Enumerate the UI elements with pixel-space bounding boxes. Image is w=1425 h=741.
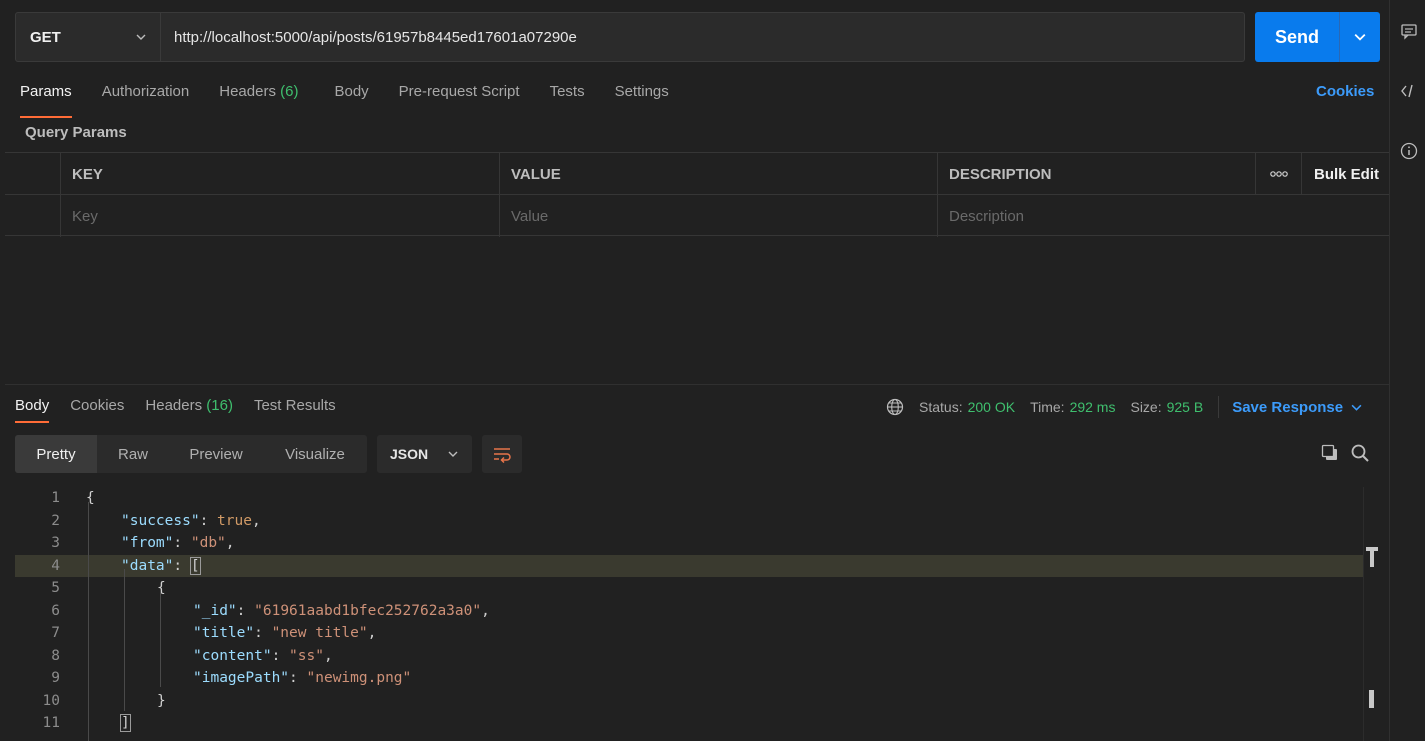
response-status-bar: Status: 200 OK Time: 292 ms Size: 925 B … — [886, 396, 1362, 418]
bulk-edit-button[interactable]: Bulk Edit — [1301, 153, 1389, 195]
tab-tests[interactable]: Tests — [550, 78, 585, 110]
method-label: GET — [30, 28, 61, 46]
search-icon[interactable] — [1350, 443, 1370, 463]
tab-test-results[interactable]: Test Results — [254, 393, 336, 414]
chevron-down-icon — [136, 34, 146, 40]
scroll-position-marker — [1366, 547, 1378, 567]
wrap-lines-button[interactable] — [482, 435, 522, 473]
copy-icon[interactable] — [1320, 443, 1340, 463]
code-line: 3 "from": "db", — [51, 535, 235, 552]
key-header: KEY — [60, 153, 499, 195]
comment-icon[interactable] — [1400, 22, 1418, 40]
request-tabs: Params Authorization Headers (6) Body Pr… — [20, 78, 699, 118]
globe-icon[interactable] — [886, 398, 904, 416]
send-button-group: Send — [1255, 12, 1380, 62]
code-line: 10} — [42, 692, 166, 709]
tab-params[interactable]: Params — [20, 78, 72, 118]
wrap-lines-icon — [494, 448, 511, 463]
status-label: Status: — [919, 399, 963, 415]
select-column — [5, 153, 60, 195]
send-button[interactable]: Send — [1255, 12, 1339, 62]
chevron-down-icon — [1354, 33, 1366, 41]
status-separator — [1218, 396, 1220, 418]
code-icon[interactable] — [1400, 82, 1418, 100]
size-label: Size: — [1130, 399, 1162, 415]
scroll-thumb[interactable] — [1369, 690, 1374, 708]
info-icon[interactable] — [1400, 142, 1418, 160]
chevron-down-icon — [448, 451, 458, 457]
tab-pre-request-script[interactable]: Pre-request Script — [399, 78, 520, 110]
more-horizontal-icon — [1269, 171, 1288, 177]
code-line-highlighted: 4 "data": [ — [15, 554, 1363, 577]
format-toggle-group: Pretty Raw Preview Visualize — [15, 435, 367, 473]
query-params-title: Query Params — [25, 124, 127, 141]
format-raw[interactable]: Raw — [97, 435, 169, 473]
save-response-button[interactable]: Save Response — [1232, 399, 1362, 416]
value-input[interactable]: Value — [499, 195, 937, 237]
indent-guide — [160, 592, 161, 687]
tab-body[interactable]: Body — [334, 78, 368, 110]
cookies-link[interactable]: Cookies — [1316, 83, 1374, 100]
code-line: 8 "content": "ss", — [51, 647, 333, 664]
headers-count: (6) — [280, 83, 299, 100]
language-select[interactable]: JSON — [377, 435, 472, 473]
code-line: 6 "_id": "61961aabd1bfec252762a3a0", — [51, 602, 490, 619]
method-select[interactable]: GET — [16, 13, 161, 61]
code-line: 9 "imagePath": "newimg.png" — [51, 670, 412, 687]
code-line: 1{ — [51, 490, 95, 507]
indent-guide — [124, 569, 125, 711]
code-line: 5{ — [51, 580, 166, 597]
size-value[interactable]: 925 B — [1167, 399, 1204, 415]
url-text: http://localhost:5000/api/posts/61957b84… — [174, 28, 577, 46]
tab-response-cookies[interactable]: Cookies — [70, 393, 124, 414]
code-line: 2 "success": true, — [51, 512, 261, 529]
key-input[interactable]: Key — [60, 195, 499, 237]
description-header: DESCRIPTION — [937, 153, 1255, 195]
format-preview[interactable]: Preview — [169, 435, 263, 473]
tab-authorization[interactable]: Authorization — [102, 78, 190, 110]
more-options-button[interactable] — [1255, 153, 1301, 195]
tab-headers[interactable]: Headers (6) — [219, 78, 298, 110]
params-header-row: KEY VALUE DESCRIPTION Bulk Edit — [5, 153, 1389, 195]
chevron-down-icon — [1351, 404, 1362, 411]
format-visualize[interactable]: Visualize — [263, 435, 367, 473]
time-label: Time: — [1030, 399, 1065, 415]
tab-response-headers[interactable]: Headers (16) — [145, 393, 233, 414]
language-label: JSON — [390, 446, 429, 462]
response-tabs: Body Cookies Headers (16) Test Results — [15, 393, 357, 423]
value-header: VALUE — [499, 153, 937, 195]
right-sidebar — [1389, 0, 1425, 741]
tab-response-body[interactable]: Body — [15, 393, 50, 423]
row-select — [5, 195, 60, 237]
indent-guide — [88, 502, 89, 741]
request-bar: GET http://localhost:5000/api/posts/6195… — [15, 12, 1245, 62]
tab-settings[interactable]: Settings — [615, 78, 669, 110]
pane-divider[interactable] — [5, 384, 1389, 385]
response-body-viewer[interactable]: 1{ 2 "success": true, 3 "from": "db", 4 "da… — [15, 487, 1380, 741]
code-line: 11] — [42, 714, 131, 733]
response-headers-count: (16) — [206, 397, 233, 414]
description-input[interactable]: Description — [937, 195, 1389, 237]
params-empty-row: Key Value Description — [5, 195, 1389, 237]
status-value[interactable]: 200 OK — [968, 399, 1015, 415]
send-options-button[interactable] — [1340, 12, 1380, 62]
time-value[interactable]: 292 ms — [1070, 399, 1116, 415]
params-table: KEY VALUE DESCRIPTION Bulk Edit Key Valu… — [5, 152, 1389, 237]
format-pretty[interactable]: Pretty — [15, 435, 97, 473]
code-line: 7 "title": "new title", — [51, 625, 377, 642]
url-input[interactable]: http://localhost:5000/api/posts/61957b84… — [161, 13, 1244, 61]
